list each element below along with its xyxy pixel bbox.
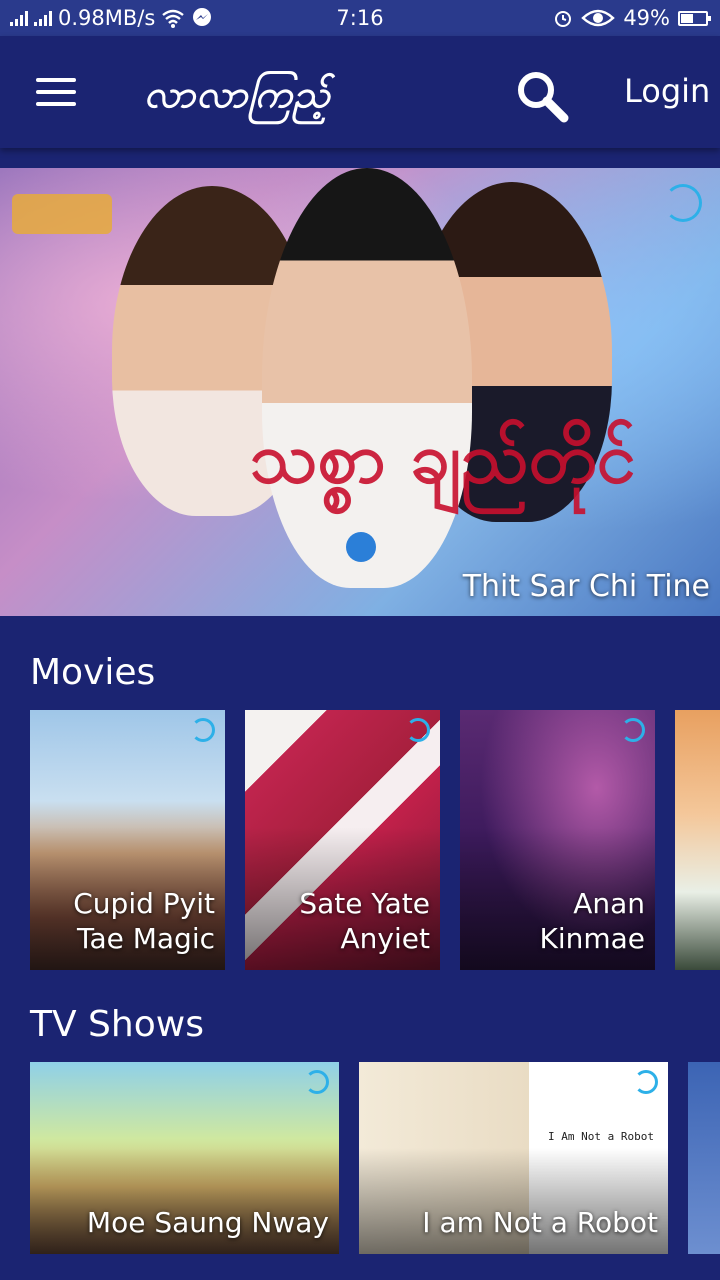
signal-icon bbox=[10, 10, 28, 26]
movie-title: Anan Kinmae bbox=[539, 887, 645, 955]
channel-logo-icon bbox=[621, 718, 645, 742]
tv-show-title: Moe Saung Nway bbox=[86, 1206, 329, 1239]
alarm-icon bbox=[555, 11, 572, 27]
tv-show-card-partial[interactable] bbox=[688, 1062, 720, 1254]
studio-logo bbox=[12, 194, 112, 234]
search-icon[interactable] bbox=[512, 66, 572, 126]
battery-icon bbox=[678, 10, 711, 26]
poster-text: I Am Not a Robot bbox=[548, 1130, 654, 1143]
poster-image bbox=[688, 1062, 720, 1254]
channel-logo-icon bbox=[406, 718, 430, 742]
movie-card-partial[interactable] bbox=[675, 710, 720, 970]
channel-logo-icon bbox=[305, 1070, 329, 1094]
hero-banner[interactable]: သစ္စာ ချည်တိုင် Thit Sar Chi Tine bbox=[0, 168, 720, 616]
channel-logo-icon bbox=[634, 1070, 658, 1094]
battery-percent: 49% bbox=[623, 6, 670, 30]
poster-image bbox=[675, 710, 720, 970]
movie-card[interactable]: Sate Yate Anyiet bbox=[245, 710, 440, 970]
network-speed: 0.98MB/s bbox=[58, 6, 156, 30]
battery-level bbox=[681, 13, 693, 23]
movie-title: Sate Yate Anyiet bbox=[299, 887, 430, 955]
channel-logo-icon bbox=[191, 718, 215, 742]
tv-show-card[interactable]: I Am Not a Robot I am Not a Robot bbox=[359, 1062, 668, 1254]
login-button[interactable]: Login bbox=[624, 72, 710, 110]
status-right: 49% bbox=[553, 6, 720, 30]
channel-logo-icon bbox=[664, 184, 702, 222]
wifi-icon bbox=[162, 9, 185, 28]
signal-icon-2 bbox=[34, 10, 52, 26]
hero-title-art: သစ္စာ ချည်တိုင် bbox=[250, 416, 636, 499]
status-bar: 0.98MB/s 7:16 49% bbox=[0, 0, 720, 36]
movie-title: Cupid Pyit Tae Magic bbox=[73, 887, 215, 955]
movie-card[interactable]: Anan Kinmae bbox=[460, 710, 655, 970]
eye-icon bbox=[581, 9, 616, 27]
hero-caption: Thit Sar Chi Tine bbox=[462, 569, 710, 604]
movies-section-title: Movies bbox=[30, 652, 156, 693]
hamburger-menu-icon[interactable] bbox=[36, 78, 76, 106]
tv-show-title: I am Not a Robot bbox=[422, 1206, 658, 1239]
messenger-icon bbox=[193, 8, 212, 26]
hero-actor-center bbox=[262, 168, 472, 588]
movie-card[interactable]: Cupid Pyit Tae Magic bbox=[30, 710, 225, 970]
app-header: လာလာကြည့် Login bbox=[0, 36, 720, 148]
tv-show-card[interactable]: Moe Saung Nway bbox=[30, 1062, 339, 1254]
status-left: 0.98MB/s bbox=[0, 6, 213, 30]
carousel-indicator[interactable] bbox=[346, 532, 376, 562]
brand-logo[interactable]: လာလာကြည့် bbox=[144, 70, 331, 126]
tv-shows-section-title: TV Shows bbox=[30, 1004, 204, 1045]
